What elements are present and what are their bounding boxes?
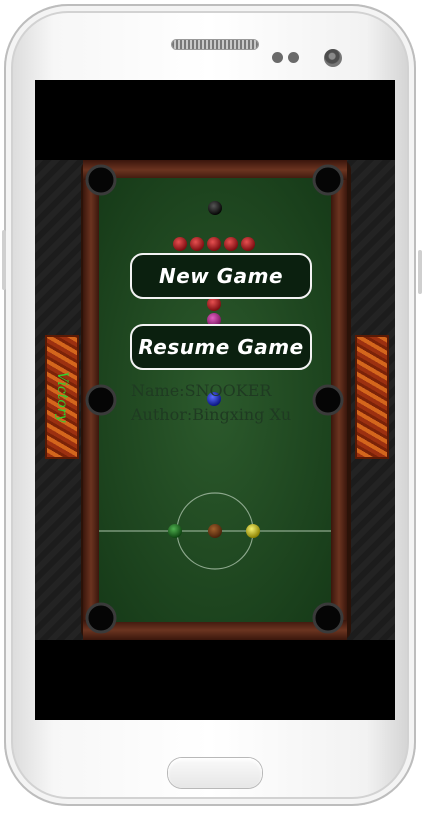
red-ball	[190, 237, 204, 251]
bottom-cushion	[83, 620, 347, 640]
snooker-game-view: Victory New Game Resume Game Name:SNOOKE…	[35, 160, 395, 640]
red-ball	[207, 237, 221, 251]
pocket-top-left	[85, 164, 117, 196]
light-sensor	[288, 52, 299, 63]
pocket-bottom-left	[85, 602, 117, 634]
black-ball	[208, 201, 222, 215]
top-cushion	[83, 160, 347, 180]
right-side-panel	[355, 335, 389, 459]
new-game-button[interactable]: New Game	[130, 253, 312, 299]
pocket-middle-left	[85, 384, 117, 416]
pocket-top-right	[312, 164, 344, 196]
red-ball	[207, 297, 221, 311]
power-button[interactable]	[418, 250, 422, 294]
phone-frame: Victory New Game Resume Game Name:SNOOKE…	[4, 4, 416, 806]
snooker-table	[81, 160, 351, 640]
pocket-bottom-right	[312, 602, 344, 634]
screen: Victory New Game Resume Game Name:SNOOKE…	[35, 80, 395, 720]
left-side-panel: Victory	[45, 335, 79, 459]
yellow-ball	[246, 524, 260, 538]
red-ball	[224, 237, 238, 251]
game-name-text: Name:SNOOKER	[131, 381, 272, 400]
earpiece-speaker	[172, 40, 258, 49]
author-text: Author:Bingxing Xu	[131, 405, 292, 424]
front-camera-icon	[324, 49, 342, 67]
victory-label: Victory	[54, 371, 70, 423]
green-ball	[168, 524, 182, 538]
proximity-sensor	[272, 52, 283, 63]
pocket-middle-right	[312, 384, 344, 416]
resume-game-button[interactable]: Resume Game	[130, 324, 312, 370]
home-button[interactable]	[168, 758, 262, 788]
brown-ball	[208, 524, 222, 538]
red-ball	[241, 237, 255, 251]
red-ball	[173, 237, 187, 251]
volume-button[interactable]	[2, 230, 6, 290]
